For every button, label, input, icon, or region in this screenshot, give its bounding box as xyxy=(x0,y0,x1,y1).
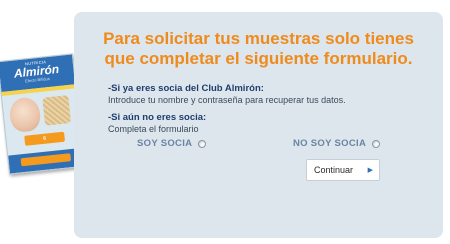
member-title: -Si ya eres socia del Club Almirón: xyxy=(108,83,264,94)
cereal-illustration xyxy=(42,95,72,126)
arrow-right-icon: ▶ xyxy=(367,167,373,174)
headline: Para solicitar tus muestras solo tienes … xyxy=(74,29,443,69)
radio-no-soy-socia-label: NO SOY SOCIA xyxy=(293,138,367,149)
nonmember-text: Completa el formulario xyxy=(108,124,199,134)
form-panel: Para solicitar tus muestras solo tienes … xyxy=(74,12,443,238)
headline-line-2: que completar el siguiente formulario. xyxy=(104,49,413,68)
radio-soy-socia[interactable] xyxy=(198,139,207,148)
product-box-image: NUTRICIA Almirón Efecto Bífidus 6 xyxy=(0,53,85,175)
continue-button-label: Continuar xyxy=(314,165,354,175)
radio-soy-socia-label: SOY SOCIA xyxy=(137,138,193,149)
radio-soy-socia-group[interactable]: SOY SOCIA xyxy=(137,138,207,149)
product-badge: 6 xyxy=(24,131,66,146)
member-text: Introduce tu nombre y contraseña para re… xyxy=(108,95,346,105)
baby-illustration xyxy=(8,96,42,134)
headline-line-1: Para solicitar tus muestras solo tienes xyxy=(103,29,414,48)
radio-no-soy-socia[interactable] xyxy=(372,139,381,148)
radio-no-soy-socia-group[interactable]: NO SOY SOCIA xyxy=(293,138,381,149)
nonmember-title: -Si aún no eres socia: xyxy=(108,112,207,123)
continue-button[interactable]: Continuar ▶ xyxy=(306,159,380,181)
product-footer xyxy=(8,147,84,174)
